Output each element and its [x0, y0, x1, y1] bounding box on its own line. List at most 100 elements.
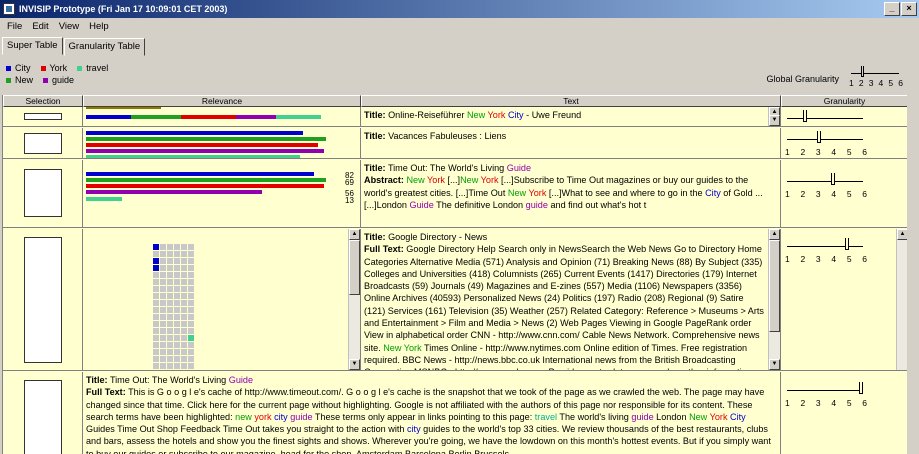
granularity-slider[interactable]: 123456 — [785, 379, 867, 409]
grid-cell — [167, 356, 173, 362]
title-label: Title: — [364, 131, 386, 141]
slider-thumb[interactable] — [817, 131, 821, 143]
menu-bar: File Edit View Help — [0, 18, 919, 34]
grid-cell — [167, 314, 173, 320]
table-row[interactable]: Title: Time Out: The World's Living Guid… — [3, 372, 907, 454]
global-granularity-label: Global Granularity — [766, 74, 839, 84]
slider-thumb[interactable] — [803, 110, 807, 122]
grid-cell — [153, 307, 159, 313]
tick-label: 6 — [862, 254, 867, 264]
text-cell: Title: Time Out: The World's Living Guid… — [83, 372, 781, 454]
relevance-number: 13 — [345, 196, 354, 205]
grid-cell — [174, 356, 180, 362]
grid-cell — [181, 258, 187, 264]
global-granularity-slider[interactable]: 123456 — [847, 62, 903, 88]
scroll-thumb[interactable] — [349, 240, 360, 295]
granularity-slider[interactable]: 123456 — [785, 170, 867, 200]
close-button[interactable]: × — [901, 2, 917, 16]
minimize-button[interactable]: _ — [884, 2, 900, 16]
tick-label: 2 — [800, 189, 806, 199]
grid-cell — [153, 244, 159, 250]
grid-cell — [174, 342, 180, 348]
relevance-number: 69 — [345, 178, 354, 187]
granularity-table: Selection Relevance Text Granularity Tit… — [2, 95, 907, 454]
grid-cell — [160, 258, 166, 264]
table-row[interactable]: ▲ ▼ Title: Google Directory - News Full Te… — [3, 229, 907, 371]
menu-view[interactable]: View — [54, 21, 84, 32]
scroll-down-icon[interactable]: ▼ — [769, 115, 780, 126]
relevance-bar — [86, 190, 262, 194]
tick-label: 6 — [898, 78, 903, 88]
relevance-bar — [86, 143, 318, 147]
text-scrollbar[interactable]: ▲ ▼ — [768, 107, 780, 126]
selection-box[interactable] — [23, 169, 62, 217]
slider-thumb[interactable] — [859, 382, 863, 394]
column-header-granularity[interactable]: Granularity — [781, 95, 907, 107]
grid-cell — [160, 356, 166, 362]
tick-label: 5 — [846, 147, 852, 157]
scroll-up-icon[interactable]: ▲ — [769, 229, 780, 240]
menu-edit[interactable]: Edit — [27, 21, 53, 32]
scroll-down-icon[interactable]: ▼ — [349, 359, 360, 370]
keyword-position-grid — [153, 244, 194, 369]
row-text: Title: Vacances Fabuleuses : Liens — [361, 128, 780, 144]
tab-super-table[interactable]: Super Table — [2, 37, 63, 55]
relevance-bar — [86, 184, 324, 188]
table-row[interactable]: 82 69 56 13 Title: Time Out: The World's… — [3, 160, 907, 228]
text-cell: Title: Time Out: The World's Living Guid… — [361, 160, 781, 227]
grid-cell — [181, 286, 187, 292]
slider-thumb[interactable] — [831, 173, 835, 185]
grid-cell — [188, 265, 194, 271]
relevance-scrollbar[interactable]: ▲ ▼ — [348, 229, 360, 370]
tick-label: 6 — [862, 398, 867, 408]
tick-label: 4 — [831, 398, 837, 408]
scroll-thumb[interactable] — [769, 240, 780, 332]
scroll-down-icon[interactable]: ▼ — [769, 359, 780, 370]
scroll-up-icon[interactable]: ▲ — [897, 229, 907, 240]
column-header-text[interactable]: Text — [361, 95, 781, 107]
selection-box[interactable] — [23, 380, 62, 454]
slider-thumb[interactable] — [845, 238, 849, 250]
table-row[interactable]: Title: Vacances Fabuleuses : Liens 12345… — [3, 128, 907, 159]
grid-cell — [174, 363, 180, 369]
app-icon — [3, 3, 15, 15]
selection-box[interactable] — [23, 133, 62, 154]
title-text: Google Directory - News — [388, 232, 488, 242]
row-text: Title: Time Out: The World's Living Guid… — [83, 372, 780, 454]
granularity-slider[interactable]: 123456 — [785, 128, 867, 158]
granularity-slider[interactable]: 123456 — [785, 235, 867, 265]
granularity-cell: 123456 — [781, 128, 907, 158]
granularity-scrollbar[interactable]: ▲ — [896, 229, 907, 370]
selection-box[interactable] — [23, 113, 62, 120]
selection-cell — [3, 107, 83, 126]
tick-label: 5 — [846, 398, 852, 408]
granularity-slider[interactable]: 123456 — [785, 107, 867, 126]
text-scrollbar[interactable]: ▲ ▼ — [768, 229, 780, 370]
grid-cell — [167, 286, 173, 292]
text-cell: Title: Google Directory - News Full Text:… — [361, 229, 781, 370]
grid-cell — [181, 265, 187, 271]
column-header-relevance[interactable]: Relevance — [83, 95, 361, 107]
column-header-selection[interactable]: Selection — [3, 95, 83, 107]
table-row[interactable]: Title: Online-Reiseführer New York City … — [3, 107, 907, 127]
grid-cell — [160, 265, 166, 271]
grid-cell — [174, 314, 180, 320]
text-cell: Title: Online-Reiseführer New York City … — [361, 107, 781, 126]
grid-cell — [174, 258, 180, 264]
keyword-legend: City York travel New guide — [6, 62, 118, 86]
slider-thumb[interactable] — [861, 66, 864, 77]
menu-file[interactable]: File — [2, 21, 27, 32]
grid-cell — [188, 244, 194, 250]
tab-granularity-table[interactable]: Granularity Table — [63, 38, 146, 56]
menu-help[interactable]: Help — [84, 21, 114, 32]
grid-cell — [167, 265, 173, 271]
grid-cell — [167, 321, 173, 327]
window-scrollbar[interactable] — [907, 95, 919, 454]
selection-box[interactable] — [23, 237, 62, 363]
grid-cell — [174, 286, 180, 292]
scroll-up-icon[interactable]: ▲ — [349, 229, 360, 240]
relevance-bar — [236, 115, 276, 119]
grid-cell — [174, 307, 180, 313]
grid-cell — [174, 279, 180, 285]
tick-label: 3 — [868, 78, 874, 88]
